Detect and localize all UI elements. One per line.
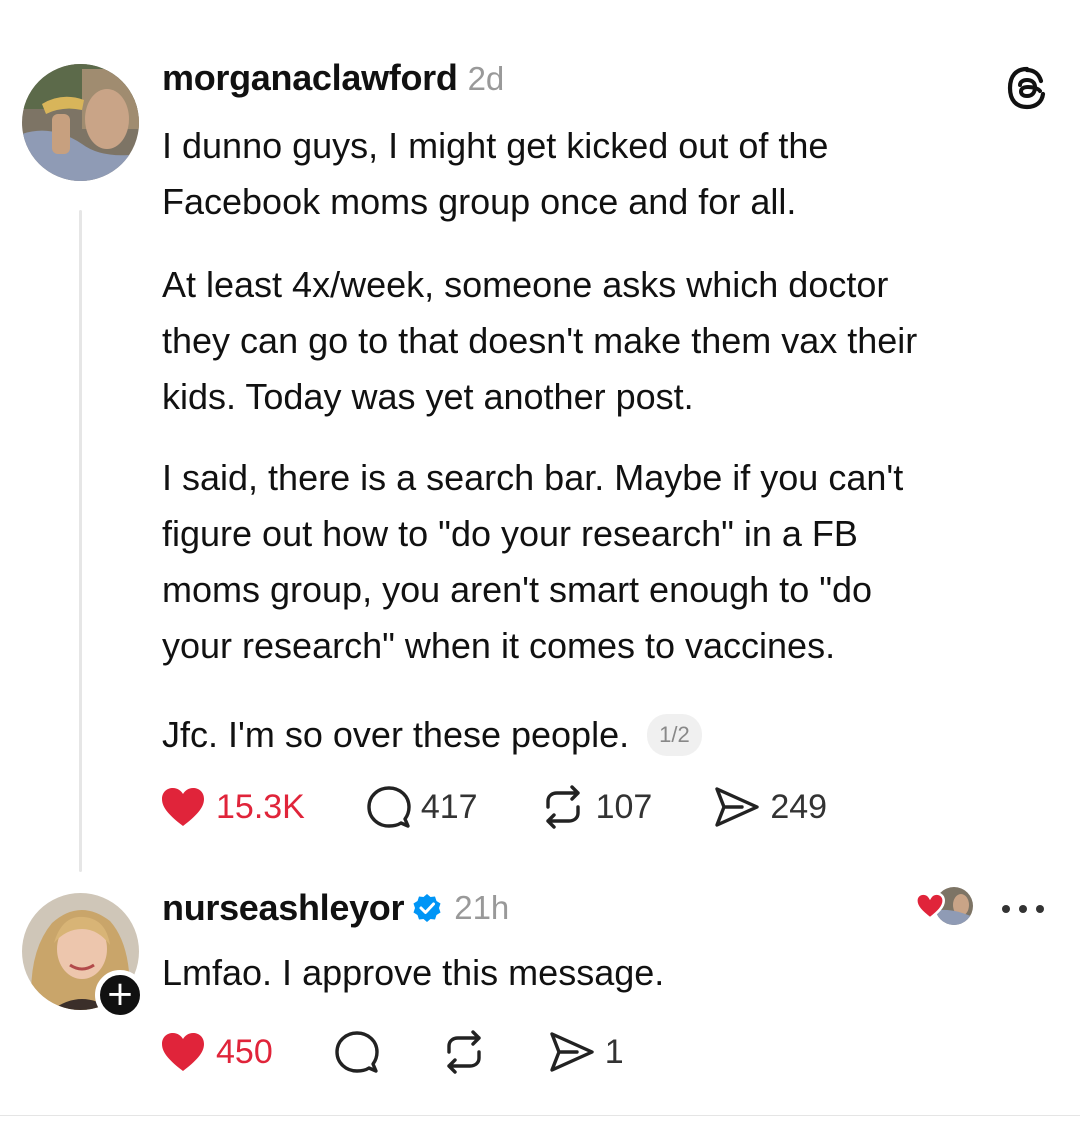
reply-count: 417 <box>420 787 478 826</box>
liked-by-author-indicator <box>915 885 975 927</box>
reply-body: Lmfao. I approve this message. <box>162 945 1062 1001</box>
text-line: your research" when it comes to vaccines… <box>162 625 836 666</box>
share-button[interactable]: 1 <box>549 1031 624 1073</box>
timestamp: 2d <box>467 60 505 97</box>
avatar[interactable] <box>22 64 139 181</box>
speech-bubble-icon <box>367 786 411 828</box>
divider <box>0 1115 1080 1116</box>
text-line: Facebook moms group once and for all. <box>162 181 797 222</box>
text-line: I dunno guys, I might get kicked out of … <box>162 125 829 166</box>
follow-button[interactable]: + <box>95 970 145 1020</box>
text-line: moms group, you aren't smart enough to "… <box>162 569 873 610</box>
repost-count: 107 <box>595 787 653 826</box>
share-count: 1 <box>604 1032 624 1071</box>
reply-actions: 450 1 <box>160 1030 686 1074</box>
threads-logo-icon[interactable] <box>1005 66 1049 110</box>
send-arrow-icon <box>550 1032 594 1072</box>
text-line: I said, there is a search bar. Maybe if … <box>162 457 904 498</box>
repost-button[interactable]: 107 <box>540 785 653 829</box>
heart-filled-icon <box>162 1033 204 1071</box>
page-indicator: 1/2 <box>647 714 702 756</box>
heart-filled-icon <box>915 892 945 920</box>
repost-button[interactable] <box>441 1030 487 1074</box>
username[interactable]: morganaclawford <box>162 57 458 99</box>
username[interactable]: nurseashleyor <box>162 887 405 929</box>
post-actions: 15.3K 417 107 249 <box>160 785 889 829</box>
reply-button[interactable] <box>335 1030 379 1074</box>
post-paragraph: At least 4x/week, someone asks which doc… <box>162 257 917 425</box>
text-line: they can go to that doesn't make them va… <box>162 320 918 361</box>
more-dots-icon[interactable] <box>1000 903 1046 915</box>
text-line: Jfc. I'm so over these people. <box>162 714 630 755</box>
text-line: kids. Today was yet another post. <box>162 376 694 417</box>
text-line: At least 4x/week, someone asks which doc… <box>162 264 889 305</box>
post-header: morganaclawford 2d <box>162 57 504 99</box>
repost-arrows-icon <box>545 785 580 829</box>
post-paragraph: I dunno guys, I might get kicked out of … <box>162 118 828 230</box>
thread-connector-line <box>79 210 82 872</box>
timestamp: 21h <box>454 889 510 926</box>
post-paragraph: I said, there is a search bar. Maybe if … <box>162 450 903 674</box>
reply-button[interactable]: 417 <box>367 785 478 829</box>
send-arrow-icon <box>715 787 760 827</box>
like-button[interactable]: 450 <box>160 1031 273 1073</box>
speech-bubble-icon <box>335 1031 379 1073</box>
share-count: 249 <box>770 787 828 826</box>
repost-arrows-icon <box>447 1030 481 1074</box>
post-paragraph: Jfc. I'm so over these people. 1/2 <box>162 707 702 763</box>
reply-text: Lmfao. I approve this message. <box>162 952 665 993</box>
heart-filled-icon <box>162 788 204 826</box>
like-count: 450 <box>216 1032 273 1071</box>
like-count: 15.3K <box>216 787 305 826</box>
share-button[interactable]: 249 <box>714 786 827 828</box>
text-line: figure out how to "do your research" in … <box>162 513 858 554</box>
like-button[interactable]: 15.3K <box>160 786 305 828</box>
reply-header: nurseashleyor 21h <box>162 887 509 929</box>
verified-badge-icon <box>413 894 441 922</box>
